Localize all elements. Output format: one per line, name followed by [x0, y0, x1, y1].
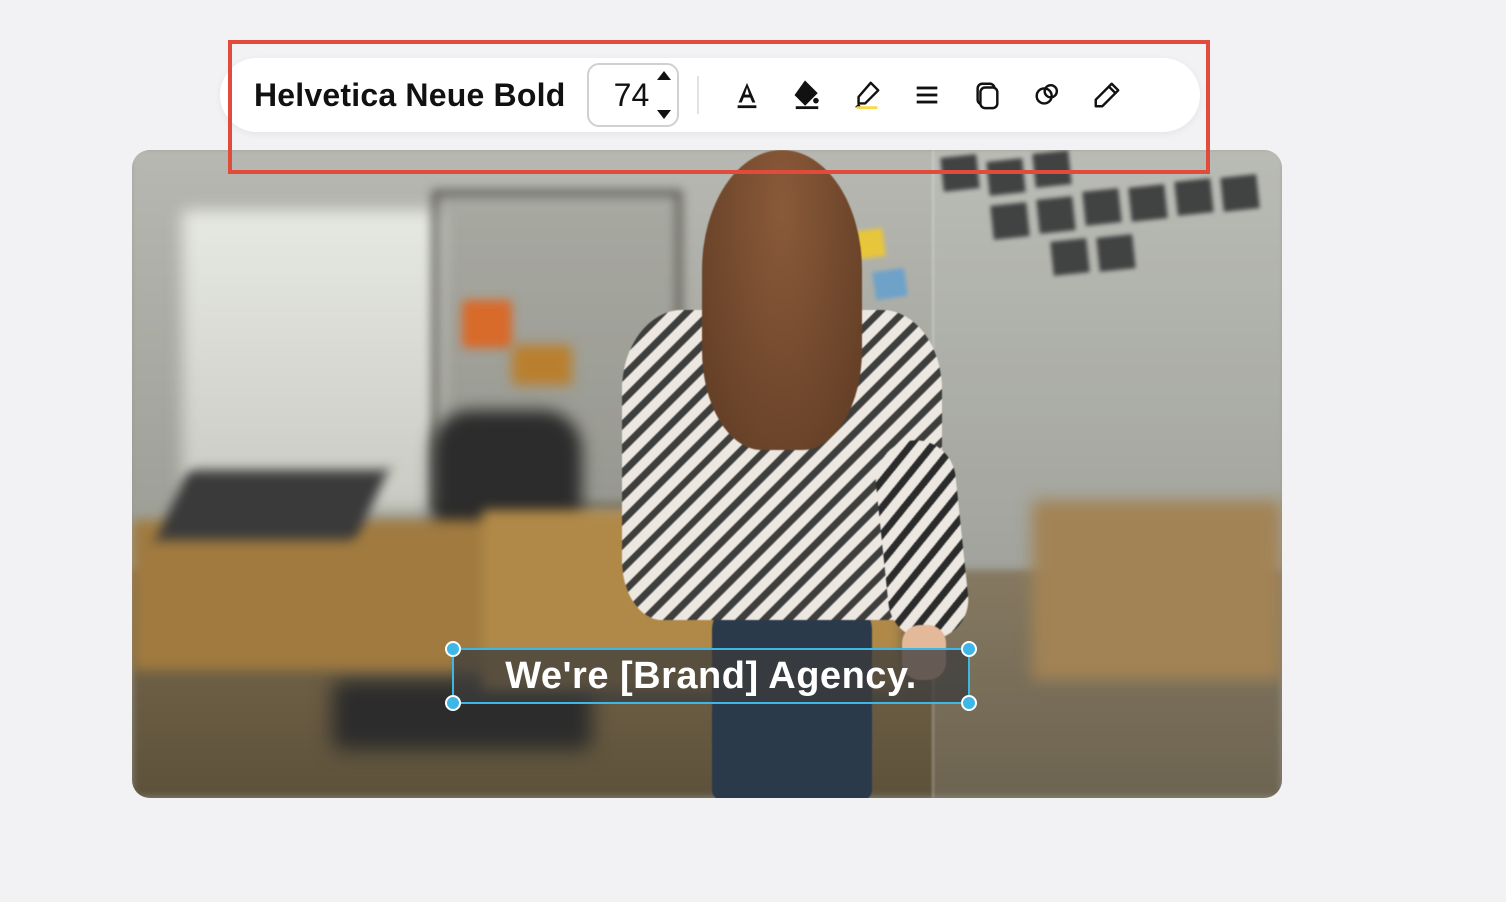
copy-style-button[interactable] — [963, 71, 1011, 119]
toolbar-divider — [697, 76, 699, 114]
text-color-icon — [732, 80, 762, 110]
bg-window — [182, 210, 442, 510]
resize-handle-tr[interactable] — [961, 641, 977, 657]
resize-handle-tl[interactable] — [445, 641, 461, 657]
font-size-control[interactable] — [587, 63, 679, 127]
bg-shelf-item — [512, 345, 572, 385]
selected-text-object[interactable]: We're [Brand] Agency. — [452, 648, 970, 704]
selected-text-value[interactable]: We're [Brand] Agency. — [505, 655, 917, 698]
fill-color-button[interactable] — [783, 71, 831, 119]
text-toolbar: Helvetica Neue Bold — [220, 58, 1200, 132]
resize-handle-br[interactable] — [961, 695, 977, 711]
edit-icon — [1092, 80, 1122, 110]
effects-icon — [1032, 80, 1062, 110]
bg-shelf-item — [462, 300, 512, 348]
effects-button[interactable] — [1023, 71, 1071, 119]
font-size-increase[interactable] — [657, 71, 671, 80]
canvas[interactable]: We're [Brand] Agency. — [132, 150, 1282, 798]
alignment-list-button[interactable] — [903, 71, 951, 119]
copy-style-icon — [972, 80, 1002, 110]
edit-button[interactable] — [1083, 71, 1131, 119]
list-icon — [912, 80, 942, 110]
font-picker[interactable]: Helvetica Neue Bold — [254, 77, 565, 114]
highlight-button[interactable] — [843, 71, 891, 119]
bg-laptop — [156, 470, 389, 540]
text-color-button[interactable] — [723, 71, 771, 119]
fill-color-icon — [792, 80, 822, 110]
font-size-decrease[interactable] — [657, 110, 671, 119]
font-size-input[interactable] — [609, 77, 653, 114]
highlight-icon — [852, 80, 882, 110]
resize-handle-bl[interactable] — [445, 695, 461, 711]
